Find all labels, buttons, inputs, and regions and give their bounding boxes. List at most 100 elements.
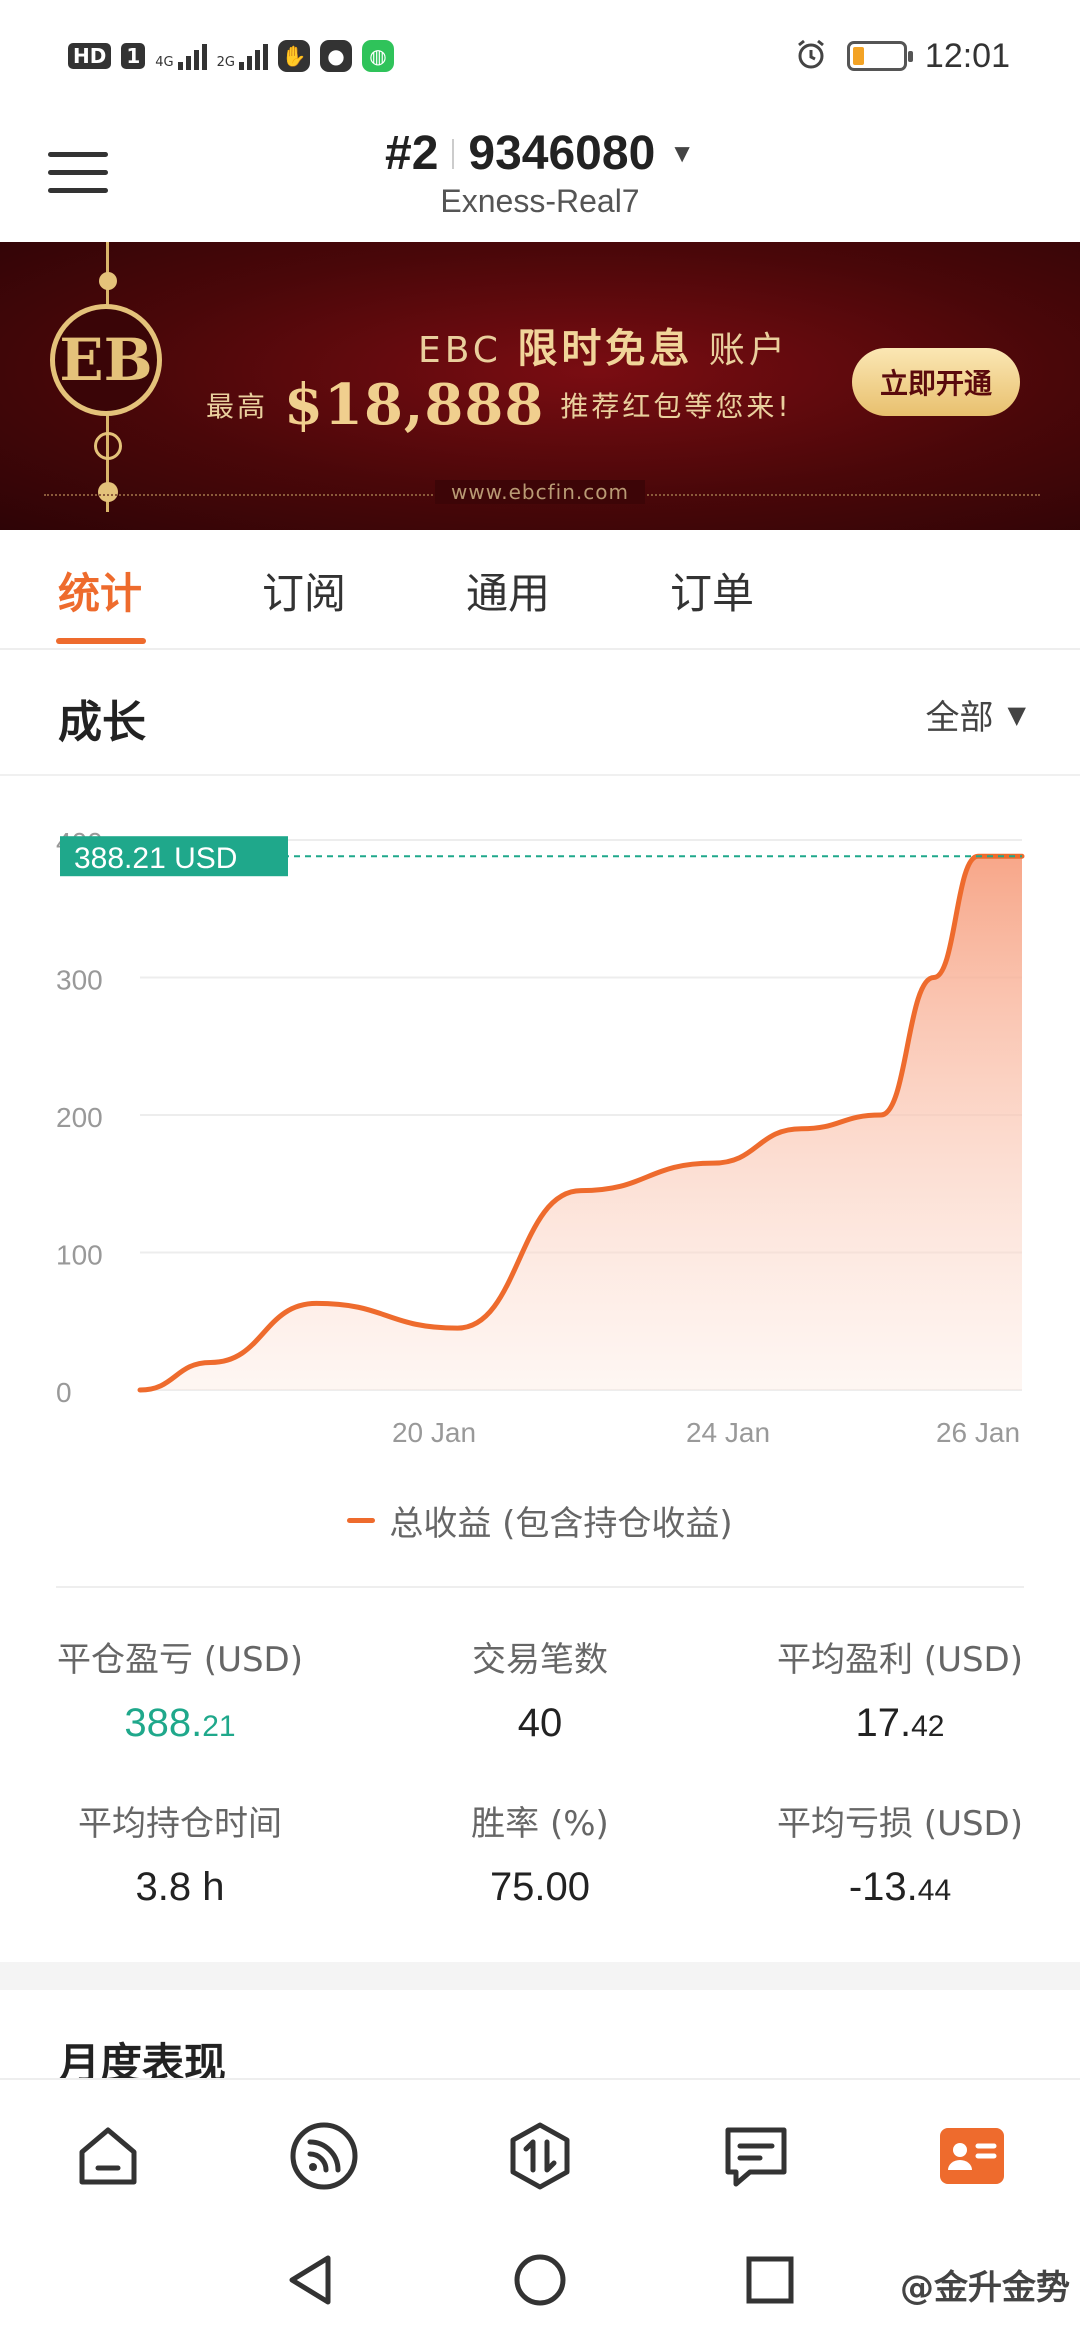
- stat-avg-hold-time: 平均持仓时间 3.8 h: [0, 1796, 360, 1910]
- stat-value: 388.21: [124, 1701, 236, 1745]
- recents-square-icon: [746, 2256, 794, 2304]
- y-tick-label: 0: [56, 1377, 72, 1408]
- section-gap: [0, 1962, 1080, 1990]
- messages-icon: [725, 2127, 787, 2187]
- status-right: 12:01: [793, 36, 1010, 76]
- ebc-logo: EB: [50, 304, 162, 416]
- nav-account[interactable]: [934, 2118, 1010, 2194]
- filter-label: 全部: [925, 698, 994, 738]
- back-triangle-icon: [289, 2255, 331, 2305]
- growth-chart-svg: 0100200300400388.21 USD20 Jan24 Jan26 Ja…: [56, 827, 1025, 1448]
- period-filter-dropdown[interactable]: 全部 ▼: [926, 690, 1026, 739]
- banner-highlight: 限时免息: [517, 326, 694, 372]
- ornament-bead: [99, 272, 117, 290]
- stats-grid: 平仓盈亏 (USD) 388.21 交易笔数 40 平均盈利 (USD) 17.…: [0, 1612, 1080, 1962]
- server-name: Exness-Real7: [440, 183, 640, 219]
- caret-down-icon: ▼: [669, 138, 695, 168]
- nav-messages[interactable]: [718, 2118, 794, 2194]
- stat-value: 75.00: [489, 1865, 591, 1909]
- growth-header: 成长 全部 ▼: [0, 650, 1080, 776]
- stat-label: 平仓盈亏 (USD): [57, 1640, 303, 1680]
- section-title: 成长: [58, 697, 146, 748]
- banner-headline: EBC 限时免息 账户: [418, 316, 789, 374]
- nav-signals[interactable]: [286, 2118, 362, 2194]
- banner-subline: 最高 $18,888 推荐红包等您来!: [206, 372, 792, 438]
- stat-label: 平均亏损 (USD): [777, 1804, 1023, 1844]
- account-switcher[interactable]: #2 9346080 ▼ Exness-Real7: [0, 126, 1080, 220]
- banner-brand: EBC: [418, 330, 502, 371]
- back-button[interactable]: [280, 2250, 340, 2310]
- banner-prefix: 最高: [206, 390, 269, 423]
- app-header: #2 9346080 ▼ Exness-Real7: [0, 120, 1080, 242]
- tab-orders[interactable]: 订单: [670, 560, 754, 621]
- nav-home[interactable]: [70, 2118, 146, 2194]
- network-type-2: 2G: [216, 55, 235, 70]
- monthly-section: 月度表现: [0, 1990, 1080, 2088]
- x-tick-label: 24 Jan: [686, 1417, 770, 1448]
- y-tick-label: 300: [56, 965, 103, 996]
- tab-bar: 统计 订阅 通用 订单: [0, 530, 1080, 650]
- wechat-icon: ◍: [361, 40, 394, 72]
- home-button[interactable]: [510, 2250, 570, 2310]
- stat-trade-count: 交易笔数 40: [360, 1632, 720, 1746]
- alarm-icon: [793, 36, 829, 76]
- clock: 12:01: [924, 36, 1010, 75]
- banner-amount: $18,888: [284, 372, 545, 438]
- legend-label: 总收益 (包含持仓收益): [389, 1504, 733, 1544]
- x-tick-label: 26 Jan: [936, 1417, 1020, 1448]
- legend-swatch: [347, 1518, 376, 1523]
- tab-stats[interactable]: 统计: [58, 560, 142, 621]
- stat-label: 平均持仓时间: [78, 1804, 282, 1844]
- chart-legend: 总收益 (包含持仓收益): [0, 1496, 1080, 1545]
- sim-chip: 1: [121, 43, 146, 69]
- signal-icon: [290, 2122, 358, 2190]
- promo-banner[interactable]: EB EBC 限时免息 账户 最高 $18,888 推荐红包等您来! 立即开通 …: [0, 242, 1080, 530]
- network-type-1: 4G: [155, 55, 174, 70]
- trade-icon: [510, 2122, 570, 2190]
- banner-url: www.ebcfin.com: [435, 480, 645, 504]
- nav-trade[interactable]: [502, 2118, 578, 2194]
- account-prefix: #2: [385, 127, 439, 180]
- bottom-nav: [0, 2078, 1080, 2222]
- stat-label: 平均盈利 (USD): [777, 1640, 1023, 1680]
- current-value-label: 388.21 USD: [74, 842, 237, 875]
- banner-suffix: 账户: [708, 330, 789, 371]
- account-number: 9346080: [468, 127, 656, 180]
- stat-avg-profit: 平均盈利 (USD) 17.42: [720, 1632, 1080, 1746]
- y-tick-label: 200: [56, 1102, 103, 1133]
- stat-label: 胜率 (%): [471, 1804, 609, 1844]
- chat-app-icon: ●: [319, 40, 352, 72]
- stat-label: 交易笔数: [472, 1640, 608, 1680]
- stat-closed-pnl: 平仓盈亏 (USD) 388.21: [0, 1632, 360, 1746]
- home-circle-icon: [514, 2254, 566, 2306]
- watermark: @金升金势: [900, 2268, 1070, 2308]
- stat-value: 3.8 h: [135, 1865, 225, 1909]
- stat-value: -13.44: [848, 1865, 952, 1909]
- tab-subscribe[interactable]: 订阅: [262, 560, 346, 621]
- tab-general[interactable]: 通用: [466, 560, 550, 621]
- ornament-knot: [94, 432, 122, 460]
- x-tick-label: 20 Jan: [392, 1417, 476, 1448]
- status-left: HD 1 4G 2G ✋ ● ◍: [68, 40, 394, 72]
- home-icon: [79, 2127, 137, 2185]
- banner-tagline: 推荐红包等您来!: [560, 390, 792, 423]
- recents-button[interactable]: [740, 2250, 800, 2310]
- stat-win-rate: 胜率 (%) 75.00: [360, 1796, 720, 1910]
- tab-active-indicator: [56, 638, 146, 644]
- stat-value: 40: [517, 1701, 563, 1745]
- open-account-button[interactable]: 立即开通: [852, 348, 1020, 416]
- hd-chip: HD: [68, 43, 112, 69]
- account-card-icon: [940, 2128, 1004, 2184]
- status-bar: HD 1 4G 2G ✋ ● ◍ 12:01: [0, 0, 1080, 120]
- series-area: [140, 856, 1022, 1390]
- y-tick-label: 100: [56, 1240, 103, 1271]
- shield-app-icon: ✋: [277, 40, 310, 72]
- growth-chart: 0100200300400388.21 USD20 Jan24 Jan26 Ja…: [0, 776, 1080, 1596]
- stat-avg-loss: 平均亏损 (USD) -13.44: [720, 1796, 1080, 1910]
- signal-icon-1: 4G: [155, 42, 207, 70]
- caret-down-icon: ▼: [1007, 700, 1026, 729]
- signal-icon-2: 2G: [217, 42, 268, 70]
- system-nav-bar: @金升金势: [0, 2222, 1080, 2340]
- stat-value: 17.42: [855, 1701, 945, 1745]
- battery-icon: [846, 41, 913, 71]
